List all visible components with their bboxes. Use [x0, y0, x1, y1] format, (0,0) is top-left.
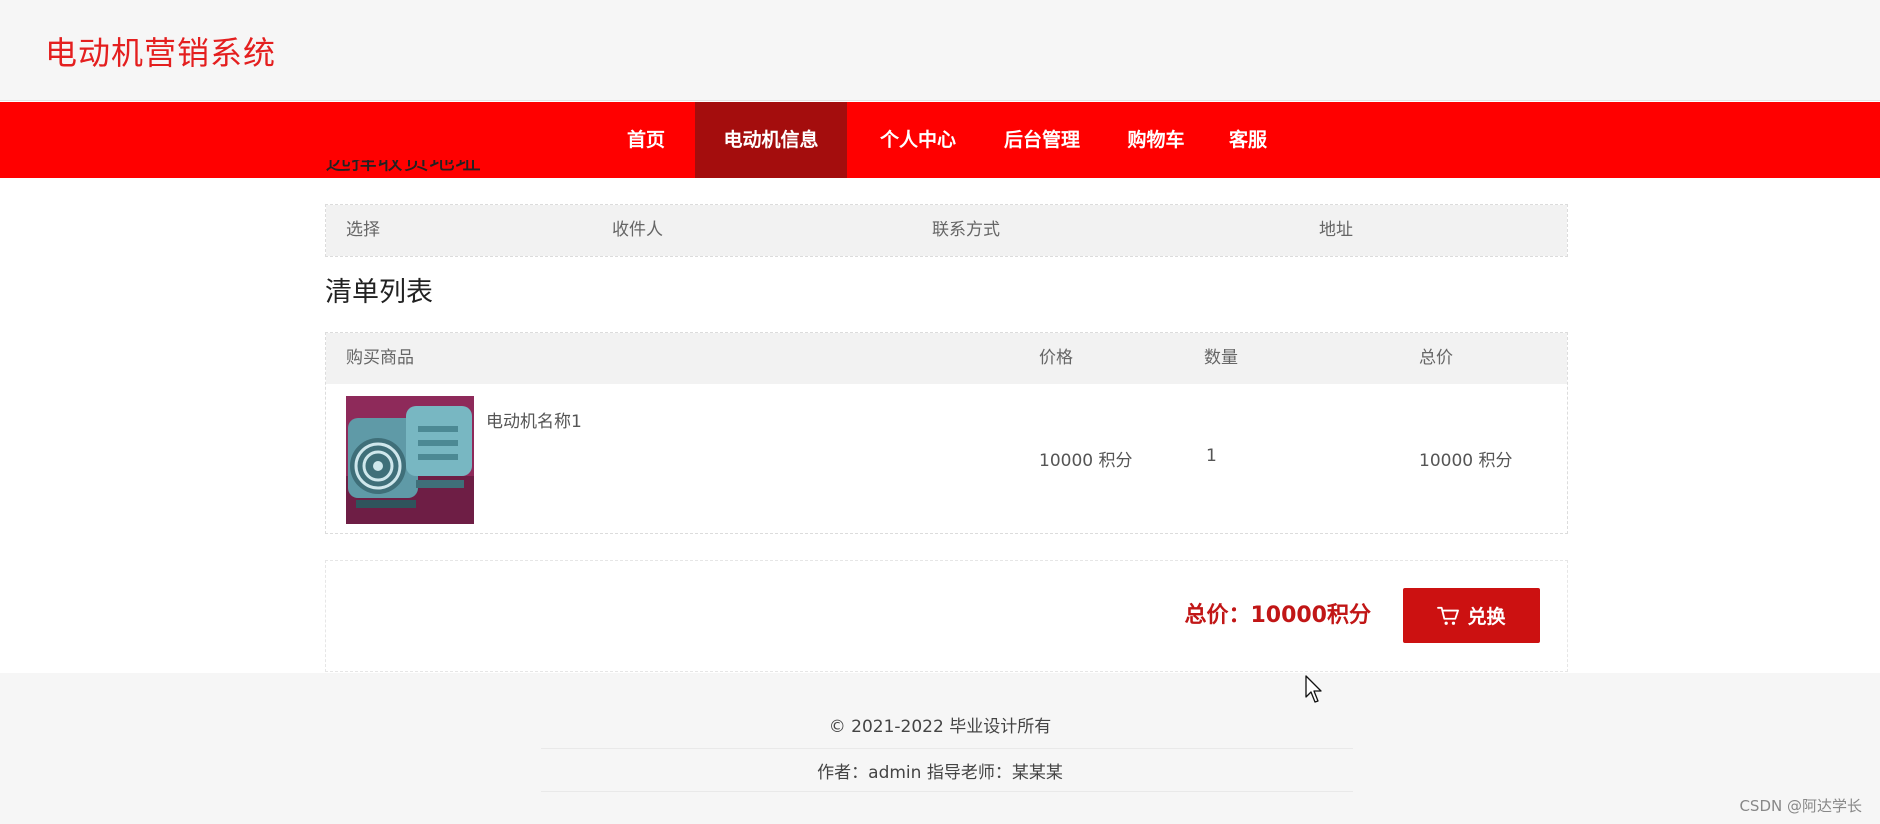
footer: © 2021-2022 毕业设计所有 作者：admin 指导老师：某某某 — [0, 673, 1880, 824]
order-table-header: 购买商品 价格 数量 总价 — [326, 333, 1567, 384]
column-contact: 联系方式 — [932, 220, 1000, 240]
address-table-header: 选择 收件人 联系方式 地址 — [326, 205, 1567, 256]
product-price: 10000 积分 — [1039, 451, 1133, 471]
nav-motor-info[interactable]: 电动机信息 — [695, 102, 847, 178]
exchange-button-label: 兑换 — [1467, 606, 1506, 628]
footer-credits: 作者：admin 指导老师：某某某 — [817, 763, 1063, 783]
total-price: 总价：10000积分 — [1184, 603, 1371, 628]
product-subtotal: 10000 积分 — [1419, 451, 1513, 471]
footer-divider — [541, 748, 1353, 749]
product-quantity: 1 — [1206, 446, 1217, 466]
order-section-title: 清单列表 — [325, 277, 433, 308]
column-recipient: 收件人 — [612, 220, 663, 240]
column-price: 价格 — [1039, 348, 1073, 368]
column-product: 购买商品 — [346, 348, 414, 368]
nav-cart[interactable]: 购物车 — [1116, 102, 1196, 178]
column-address: 地址 — [1319, 220, 1353, 240]
order-table: 购买商品 价格 数量 总价 电动机名称1 10000 积分 1 10000 积分 — [325, 332, 1568, 534]
nav-service[interactable]: 客服 — [1220, 102, 1276, 178]
product-image[interactable] — [346, 396, 474, 524]
watermark: CSDN @阿达学长 — [1739, 797, 1862, 815]
cart-icon — [1437, 606, 1460, 625]
nav-personal-center[interactable]: 个人中心 — [868, 102, 968, 178]
column-quantity: 数量 — [1204, 348, 1238, 368]
footer-copyright: © 2021-2022 毕业设计所有 — [828, 717, 1052, 737]
table-row: 电动机名称1 10000 积分 1 10000 积分 — [326, 384, 1567, 533]
product-name[interactable]: 电动机名称1 — [486, 407, 582, 432]
order-summary: 总价：10000积分 兑换 — [325, 560, 1568, 672]
header-bar: 电动机营销系统 — [0, 0, 1880, 101]
electric-motor-photo-icon — [346, 396, 474, 524]
nav-home[interactable]: 首页 — [612, 102, 680, 178]
main-nav: 首页 电动机信息 个人中心 后台管理 购物车 客服 — [0, 102, 1880, 178]
footer-divider — [541, 791, 1353, 792]
nav-admin[interactable]: 后台管理 — [992, 102, 1092, 178]
site-title[interactable]: 电动机营销系统 — [45, 28, 276, 74]
address-table: 选择 收件人 联系方式 地址 — [325, 204, 1568, 257]
address-section-title: 选择收货地址 — [325, 160, 482, 176]
mouse-cursor-icon — [1305, 675, 1322, 703]
column-subtotal: 总价 — [1419, 348, 1453, 368]
exchange-button[interactable]: 兑换 — [1403, 588, 1540, 643]
column-select: 选择 — [346, 220, 380, 240]
